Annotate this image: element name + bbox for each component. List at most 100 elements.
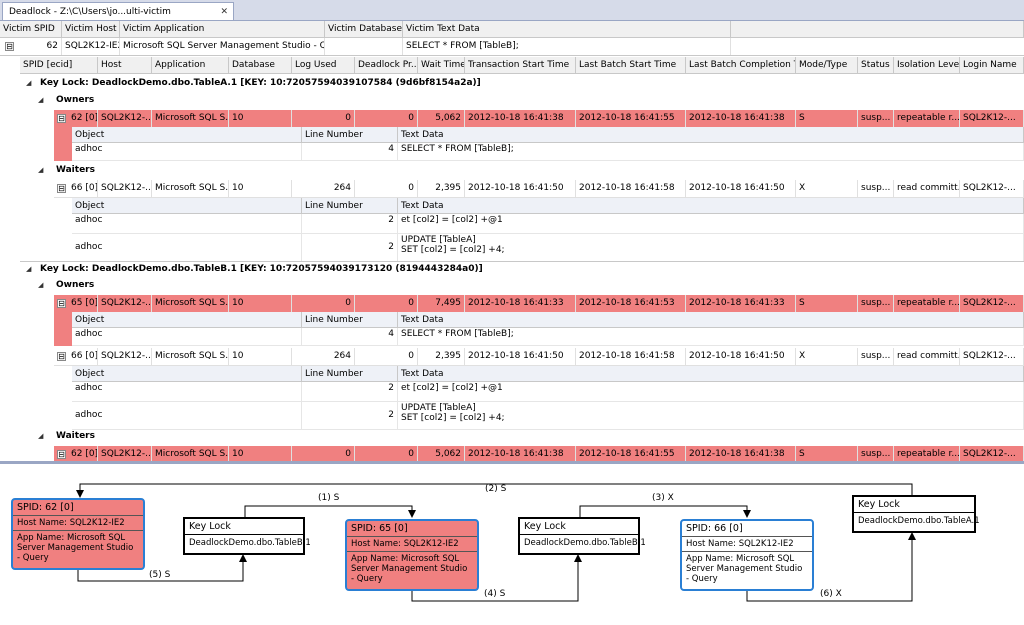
sub-col-text-data[interactable]: Text Data (398, 366, 1024, 382)
cell-deadlock-priority: 0 (355, 295, 418, 312)
close-tab-icon[interactable]: ✕ (220, 3, 228, 21)
cell-deadlock-priority: 0 (355, 110, 418, 127)
cell-host: SQL2K12-... (98, 348, 152, 365)
cell-transaction-start: 2012-10-18 16:41:50 (465, 180, 576, 197)
sub-col-object[interactable]: Object (72, 127, 302, 143)
col-transaction-start[interactable]: Transaction Start Time (465, 57, 576, 74)
col-login-name[interactable]: Login Name (960, 57, 1024, 74)
col-deadlock-priority[interactable]: Deadlock Pr... (355, 57, 418, 74)
sub-cell-text: SELECT * FROM [TableB]; (398, 143, 1024, 161)
tab-deadlock-file[interactable]: Deadlock - Z:\C\Users\jo...ulti-victim d… (2, 2, 234, 35)
sub-cell-object: adhoc (72, 402, 302, 430)
lock-node-name: DeadlockDemo.dbo.TableA.1 (858, 516, 980, 526)
process-row-62[interactable]: ⊟ 62 [0] SQL2K12-... Microsoft SQL S... … (54, 110, 1024, 127)
cell-application: Microsoft SQL S... (152, 348, 229, 365)
collapse-triangle-icon[interactable]: ◢ (26, 265, 31, 273)
collapse-triangle-icon[interactable]: ◢ (38, 166, 43, 174)
process-node-65[interactable]: SPID: 65 [0] Host Name: SQL2K12-IE2 App … (345, 519, 479, 591)
collapse-triangle-icon[interactable]: ◢ (26, 79, 31, 87)
collapse-triangle-icon[interactable]: ◢ (38, 432, 43, 440)
sub-col-object[interactable]: Object (72, 312, 302, 328)
cell-spid: 62 [0] (68, 110, 98, 127)
victim-row[interactable]: ⊟ 62 SQL2K12-IE2 Microsoft SQL Server Ma… (0, 38, 1024, 56)
sub-col-object[interactable]: Object (72, 366, 302, 382)
sub-col-object[interactable]: Object (72, 198, 302, 214)
waiters-group[interactable]: ◢ Waiters (38, 429, 1024, 446)
process-row-66[interactable]: ⊟ 66 [0] SQL2K12-... Microsoft SQL S... … (54, 348, 1024, 366)
sub-cell-line: 2 (302, 214, 398, 234)
row-expander-icon[interactable]: ⊟ (57, 184, 66, 193)
col-log-used[interactable]: Log Used (292, 57, 355, 74)
owners-group[interactable]: ◢ Owners (38, 278, 1024, 295)
col-isolation-level[interactable]: Isolation Level (894, 57, 960, 74)
col-host[interactable]: Host (98, 57, 152, 74)
lock-node-tablea[interactable]: Key Lock DeadlockDemo.dbo.TableA.1 (852, 495, 980, 533)
collapse-triangle-icon[interactable]: ◢ (38, 96, 43, 104)
cell-log-used: 264 (292, 180, 355, 197)
cell-last-batch-start: 2012-10-18 16:41:53 (576, 295, 686, 312)
col-wait-time[interactable]: Wait Time (418, 57, 465, 74)
sub-col-line-number[interactable]: Line Number (302, 312, 398, 328)
sub-cell-object: adhoc (72, 234, 302, 262)
collapse-triangle-icon[interactable]: ◢ (38, 281, 43, 289)
lock-node-tableb-2[interactable]: Key Lock DeadlockDemo.dbo.TableB.1 (518, 517, 646, 555)
row-expander-icon[interactable]: ⊟ (57, 352, 66, 361)
row-expander-icon[interactable]: ⊟ (57, 114, 66, 123)
col-victim-spid[interactable]: Victim SPID (0, 21, 62, 38)
owners-label: Owners (56, 95, 95, 105)
cell-spid: 66 [0] (68, 180, 98, 197)
text-line: UPDATE [TableA] (401, 403, 476, 413)
col-mode-type[interactable]: Mode/Type (796, 57, 858, 74)
lock-group-tablea[interactable]: ◢ Key Lock: DeadlockDemo.dbo.TableA.1 [K… (20, 76, 1024, 93)
row-expander-icon[interactable]: ⊟ (57, 450, 66, 459)
victim-text-data: SELECT * FROM [TableB]; (403, 38, 731, 55)
sub-col-text-data[interactable]: Text Data (398, 312, 1024, 328)
sub-col-text-data[interactable]: Text Data (398, 198, 1024, 214)
cell-application: Microsoft SQL S... (152, 180, 229, 197)
cell-host: SQL2K12-... (98, 295, 152, 312)
lock-group-tableb[interactable]: ◢ Key Lock: DeadlockDemo.dbo.TableB.1 [K… (20, 261, 1024, 279)
waiters-group[interactable]: ◢ Waiters (38, 163, 1024, 180)
col-database[interactable]: Database (229, 57, 292, 74)
col-application[interactable]: Application (152, 57, 229, 74)
col-spid-ecid[interactable]: SPID [ecid] (20, 57, 98, 74)
cell-status: susp... (858, 110, 894, 127)
process-app: App Name: Microsoft SQL Server Managemen… (686, 554, 803, 584)
sub-col-line-number[interactable]: Line Number (302, 198, 398, 214)
edge-label-4: (4) S (484, 589, 506, 599)
cell-log-used: 0 (292, 110, 355, 127)
col-victim-host[interactable]: Victim Host (62, 21, 120, 38)
cell-mode: X (796, 180, 858, 197)
cell-last-batch-completion: 2012-10-18 16:41:50 (686, 180, 796, 197)
col-victim-database[interactable]: Victim Database (325, 21, 403, 38)
sub-col-text-data[interactable]: Text Data (398, 127, 1024, 143)
col-last-batch-start[interactable]: Last Batch Start Time (576, 57, 686, 74)
sub-grid: Object Line Number Text Data adhoc 4 SEL… (72, 127, 1024, 161)
owners-group[interactable]: ◢ Owners (38, 93, 1024, 110)
cell-last-batch-start: 2012-10-18 16:41:55 (576, 110, 686, 127)
cell-isolation-level: read committ... (894, 180, 960, 197)
cell-mode: X (796, 348, 858, 365)
sub-col-line-number[interactable]: Line Number (302, 127, 398, 143)
col-victim-application[interactable]: Victim Application (120, 21, 325, 38)
victim-row-expander-icon[interactable]: ⊟ (5, 42, 14, 51)
lock-node-name: DeadlockDemo.dbo.TableB.1 (524, 538, 646, 548)
cell-deadlock-priority: 0 (355, 348, 418, 365)
process-node-66[interactable]: SPID: 66 [0] Host Name: SQL2K12-IE2 App … (680, 519, 814, 591)
row-expander-icon[interactable]: ⊟ (57, 299, 66, 308)
process-row-65[interactable]: ⊟ 65 [0] SQL2K12-... Microsoft SQL S... … (54, 295, 1024, 312)
col-status[interactable]: Status (858, 57, 894, 74)
lock-title: Key Lock: DeadlockDemo.dbo.TableA.1 [KEY… (40, 78, 481, 88)
lock-node-tableb-1[interactable]: Key Lock DeadlockDemo.dbo.TableB.1 (183, 517, 311, 555)
sub-col-line-number[interactable]: Line Number (302, 366, 398, 382)
sub-cell-object: adhoc (72, 214, 302, 234)
cell-login-name: SQL2K12-... (960, 180, 1024, 197)
col-victim-text-data[interactable]: Victim Text Data (403, 21, 731, 38)
edge-label-5: (5) S (149, 570, 171, 580)
process-node-62[interactable]: SPID: 62 [0] Host Name: SQL2K12-IE2 App … (11, 498, 145, 570)
sub-cell-text: et [col2] = [col2] +@1 (398, 214, 1024, 234)
process-row-66[interactable]: ⊟ 66 [0] SQL2K12-... Microsoft SQL S... … (54, 180, 1024, 198)
cell-wait-time: 5,062 (418, 110, 465, 127)
col-last-batch-completion[interactable]: Last Batch Completion T... (686, 57, 796, 74)
cell-wait-time: 7,495 (418, 295, 465, 312)
